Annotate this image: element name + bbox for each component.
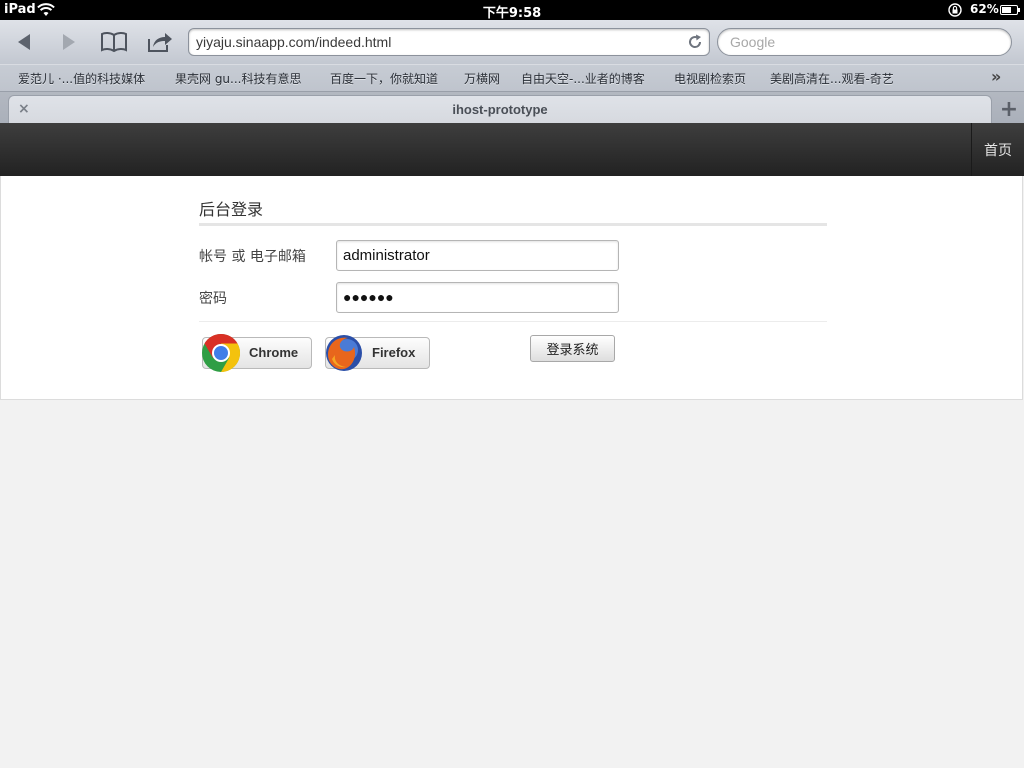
url-text: yiyaju.sinaapp.com/indeed.html xyxy=(196,34,392,50)
form-divider xyxy=(199,321,827,322)
password-value: ●●●●●● xyxy=(343,289,394,305)
open-book-icon xyxy=(101,31,127,53)
search-placeholder: Google xyxy=(730,34,776,50)
forward-button[interactable] xyxy=(51,26,87,58)
password-label: 密码 xyxy=(199,291,227,307)
browser-toolbar: yiyaju.sinaapp.com/indeed.html Google xyxy=(0,20,1024,64)
share-arrow-icon xyxy=(148,33,172,52)
bookmark-item[interactable]: 爱范儿 ·...值的科技媒体 xyxy=(18,70,145,87)
bookmark-item[interactable]: 果壳网 gu...科技有意思 xyxy=(175,70,301,87)
new-tab-button[interactable]: + xyxy=(994,95,1024,124)
password-input[interactable]: ●●●●●● xyxy=(336,282,619,313)
username-value: administrator xyxy=(343,247,430,264)
chrome-logo-icon xyxy=(202,333,241,373)
login-submit-button[interactable]: 登录系统 xyxy=(530,335,615,362)
chrome-label: Chrome xyxy=(249,345,299,360)
back-arrow-icon xyxy=(18,34,30,50)
tab-bar: × ihost-prototype + xyxy=(0,91,1024,124)
tab-title: ihost-prototype xyxy=(452,102,548,117)
bookmarks-overflow-icon[interactable]: » xyxy=(991,67,1001,86)
username-label: 帐号 或 电子邮箱 xyxy=(199,249,306,265)
bookmark-item[interactable]: 万横网 xyxy=(464,70,500,87)
clock: 下午9:58 xyxy=(482,6,542,21)
search-field[interactable]: Google xyxy=(717,28,1012,56)
status-bar: iPad 下午9:58 62% xyxy=(0,0,1024,21)
bookmark-item[interactable]: 百度一下，你就知道 xyxy=(330,70,438,87)
firefox-logo-icon xyxy=(326,335,362,371)
tab-ihost-prototype[interactable]: × ihost-prototype xyxy=(8,95,992,124)
share-button[interactable] xyxy=(142,26,178,58)
back-button[interactable] xyxy=(6,26,42,58)
bookmark-item[interactable]: 自由天空-...业者的博客 xyxy=(521,70,645,87)
bookmarks-button[interactable] xyxy=(96,26,132,58)
battery-fill xyxy=(1002,7,1011,13)
forward-arrow-icon xyxy=(63,34,75,50)
login-panel: 后台登录 帐号 或 电子邮箱 administrator 密码 ●●●●●● C… xyxy=(0,176,1023,400)
firefox-button[interactable]: Firefox xyxy=(325,335,430,371)
chrome-button[interactable]: Chrome xyxy=(202,333,312,373)
rotation-lock-icon xyxy=(948,3,962,17)
battery-percent: 62% xyxy=(970,2,999,16)
address-bar[interactable]: yiyaju.sinaapp.com/indeed.html xyxy=(188,28,710,56)
login-legend: 后台登录 xyxy=(199,200,264,219)
username-input[interactable]: administrator xyxy=(336,240,619,271)
bookmark-item[interactable]: 电视剧检索页 xyxy=(674,70,746,87)
bookmark-item[interactable]: 美剧高清在...观看-奇艺 xyxy=(770,70,894,87)
battery-nub xyxy=(1018,8,1020,12)
firefox-label: Firefox xyxy=(372,345,416,360)
legend-divider xyxy=(199,223,827,226)
nav-home-link[interactable]: 首页 xyxy=(971,123,1024,176)
bookmarks-bar: 爱范儿 ·...值的科技媒体 果壳网 gu...科技有意思 百度一下，你就知道 … xyxy=(0,64,1024,91)
site-navbar: 首页 xyxy=(0,123,1024,176)
reload-icon[interactable] xyxy=(687,34,703,50)
battery-icon xyxy=(1000,5,1018,15)
